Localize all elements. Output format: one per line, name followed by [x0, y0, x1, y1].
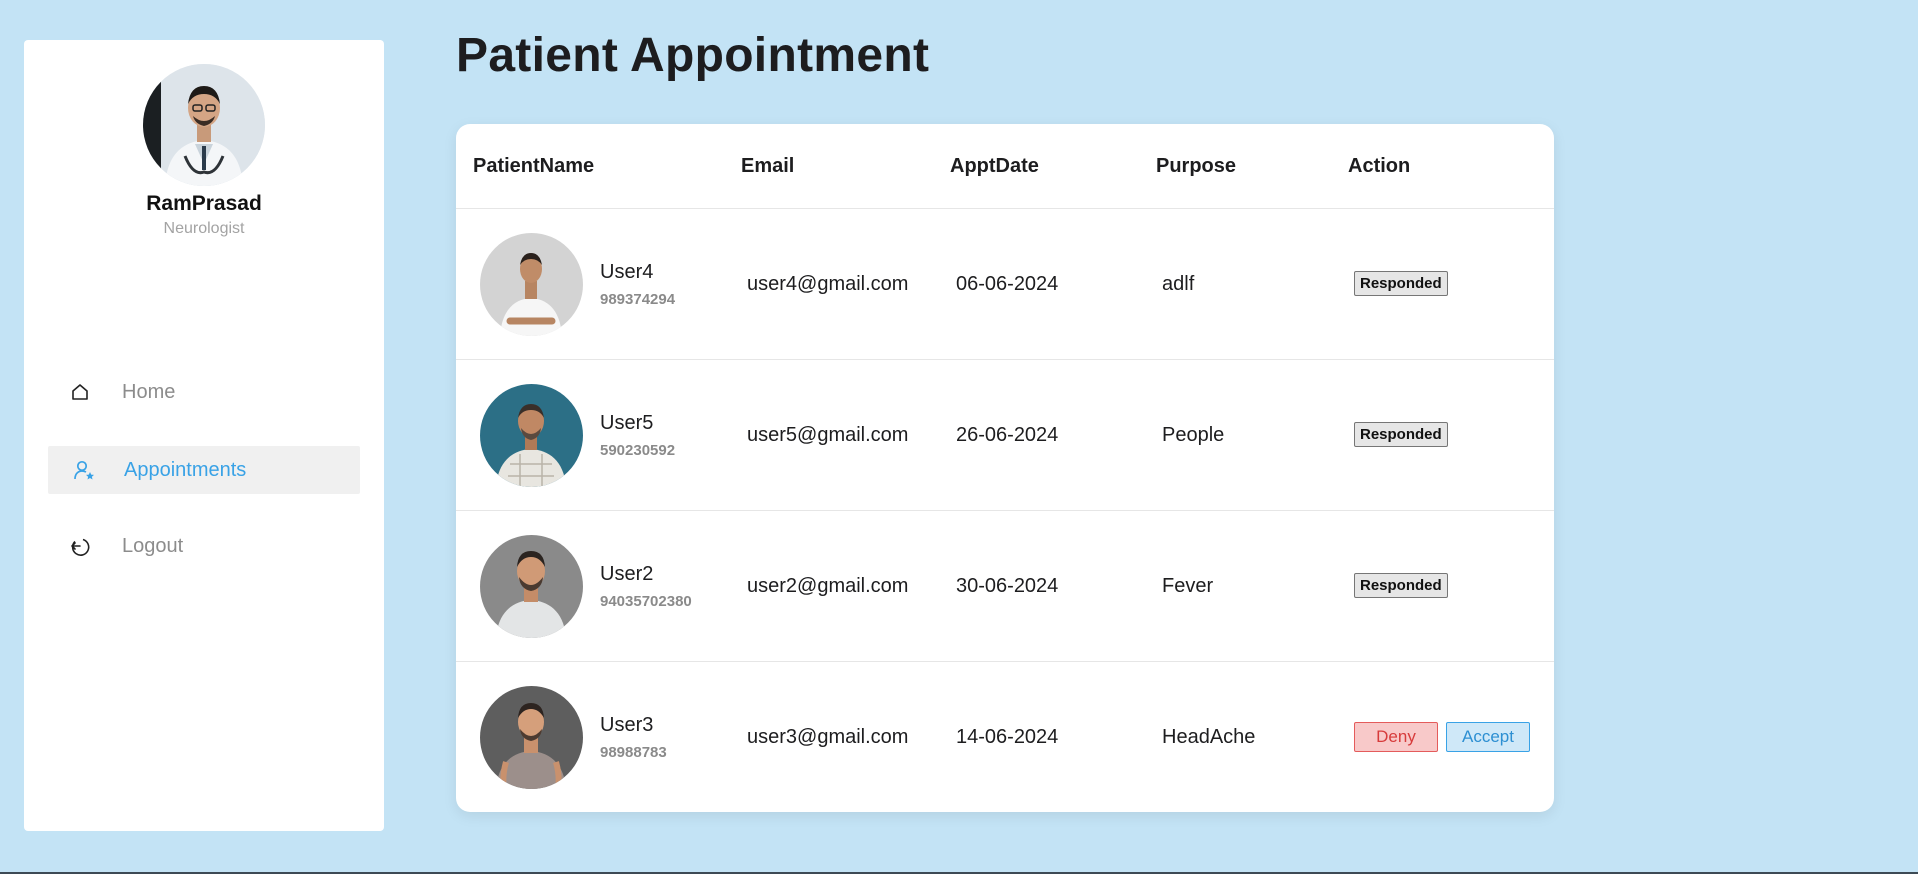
- appointments-table: PatientName Email ApptDate Purpose Actio…: [456, 124, 1554, 812]
- patient-name: User3: [600, 714, 654, 736]
- patient-phone: 989374294: [600, 291, 676, 308]
- table-row: User5 590230592 user5@gmail.com 26-06-20…: [456, 360, 1554, 511]
- row-actions: Responded: [1354, 422, 1448, 447]
- deny-button[interactable]: Deny: [1354, 722, 1438, 752]
- appointment-date: 26-06-2024: [956, 424, 1059, 446]
- sidebar-item-home[interactable]: Home: [48, 368, 360, 416]
- patient-avatar: [480, 535, 583, 638]
- row-actions: Deny Accept: [1354, 722, 1530, 752]
- column-header-apptdate: ApptDate: [950, 154, 1039, 177]
- patient-email: user2@gmail.com: [747, 575, 909, 597]
- logout-icon: [68, 534, 92, 558]
- patient-phone: 98988783: [600, 744, 667, 761]
- row-actions: Responded: [1354, 573, 1448, 598]
- doctor-avatar: [143, 64, 265, 186]
- patient-avatar: [480, 686, 583, 789]
- column-header-email: Email: [741, 154, 795, 177]
- sidebar-item-label: Logout: [122, 534, 184, 557]
- patient-email: user5@gmail.com: [747, 424, 909, 446]
- sidebar-item-label: Appointments: [124, 458, 247, 481]
- home-icon: [68, 380, 92, 404]
- row-actions: Responded: [1354, 271, 1448, 296]
- appointment-purpose: Fever: [1162, 575, 1214, 597]
- user-star-icon: [72, 458, 96, 482]
- patient-avatar: [480, 233, 583, 336]
- doctor-profile: RamPrasad Neurologist: [24, 64, 384, 238]
- table-row: User2 94035702380 user2@gmail.com 30-06-…: [456, 511, 1554, 662]
- column-header-purpose: Purpose: [1156, 154, 1237, 177]
- patient-email: user4@gmail.com: [747, 273, 909, 295]
- responded-button[interactable]: Responded: [1354, 271, 1448, 296]
- column-header-action: Action: [1348, 154, 1411, 177]
- patient-name: User4: [600, 261, 654, 283]
- appointment-date: 30-06-2024: [956, 575, 1059, 597]
- appointment-purpose: adlf: [1162, 273, 1195, 295]
- patient-avatar: [480, 384, 583, 487]
- sidebar-item-logout[interactable]: Logout: [48, 522, 360, 570]
- column-header-patientname: PatientName: [473, 154, 595, 177]
- doctor-photo: [143, 64, 265, 186]
- doctor-name: RamPrasad: [146, 192, 262, 215]
- patient-name: User5: [600, 412, 654, 434]
- table-header: PatientName Email ApptDate Purpose Actio…: [456, 124, 1554, 209]
- responded-button[interactable]: Responded: [1354, 573, 1448, 598]
- appointment-purpose: People: [1162, 424, 1225, 446]
- sidebar: RamPrasad Neurologist Home Appointments …: [24, 40, 384, 831]
- page-title: Patient Appointment: [456, 29, 930, 82]
- patient-name: User2: [600, 563, 654, 585]
- table-row: User3 98988783 user3@gmail.com 14-06-202…: [456, 662, 1554, 812]
- appointment-date: 14-06-2024: [956, 726, 1059, 748]
- appointment-purpose: HeadAche: [1162, 726, 1256, 748]
- table-row: User4 989374294 user4@gmail.com 06-06-20…: [456, 209, 1554, 360]
- doctor-specialty: Neurologist: [163, 220, 245, 237]
- sidebar-item-label: Home: [122, 380, 176, 403]
- sidebar-nav: Home Appointments Logout: [48, 381, 360, 598]
- sidebar-item-appointments[interactable]: Appointments: [48, 446, 360, 494]
- accept-button[interactable]: Accept: [1446, 722, 1530, 752]
- patient-email: user3@gmail.com: [747, 726, 909, 748]
- patient-phone: 590230592: [600, 442, 676, 459]
- responded-button[interactable]: Responded: [1354, 422, 1448, 447]
- patient-phone: 94035702380: [600, 593, 692, 610]
- appointment-date: 06-06-2024: [956, 273, 1059, 295]
